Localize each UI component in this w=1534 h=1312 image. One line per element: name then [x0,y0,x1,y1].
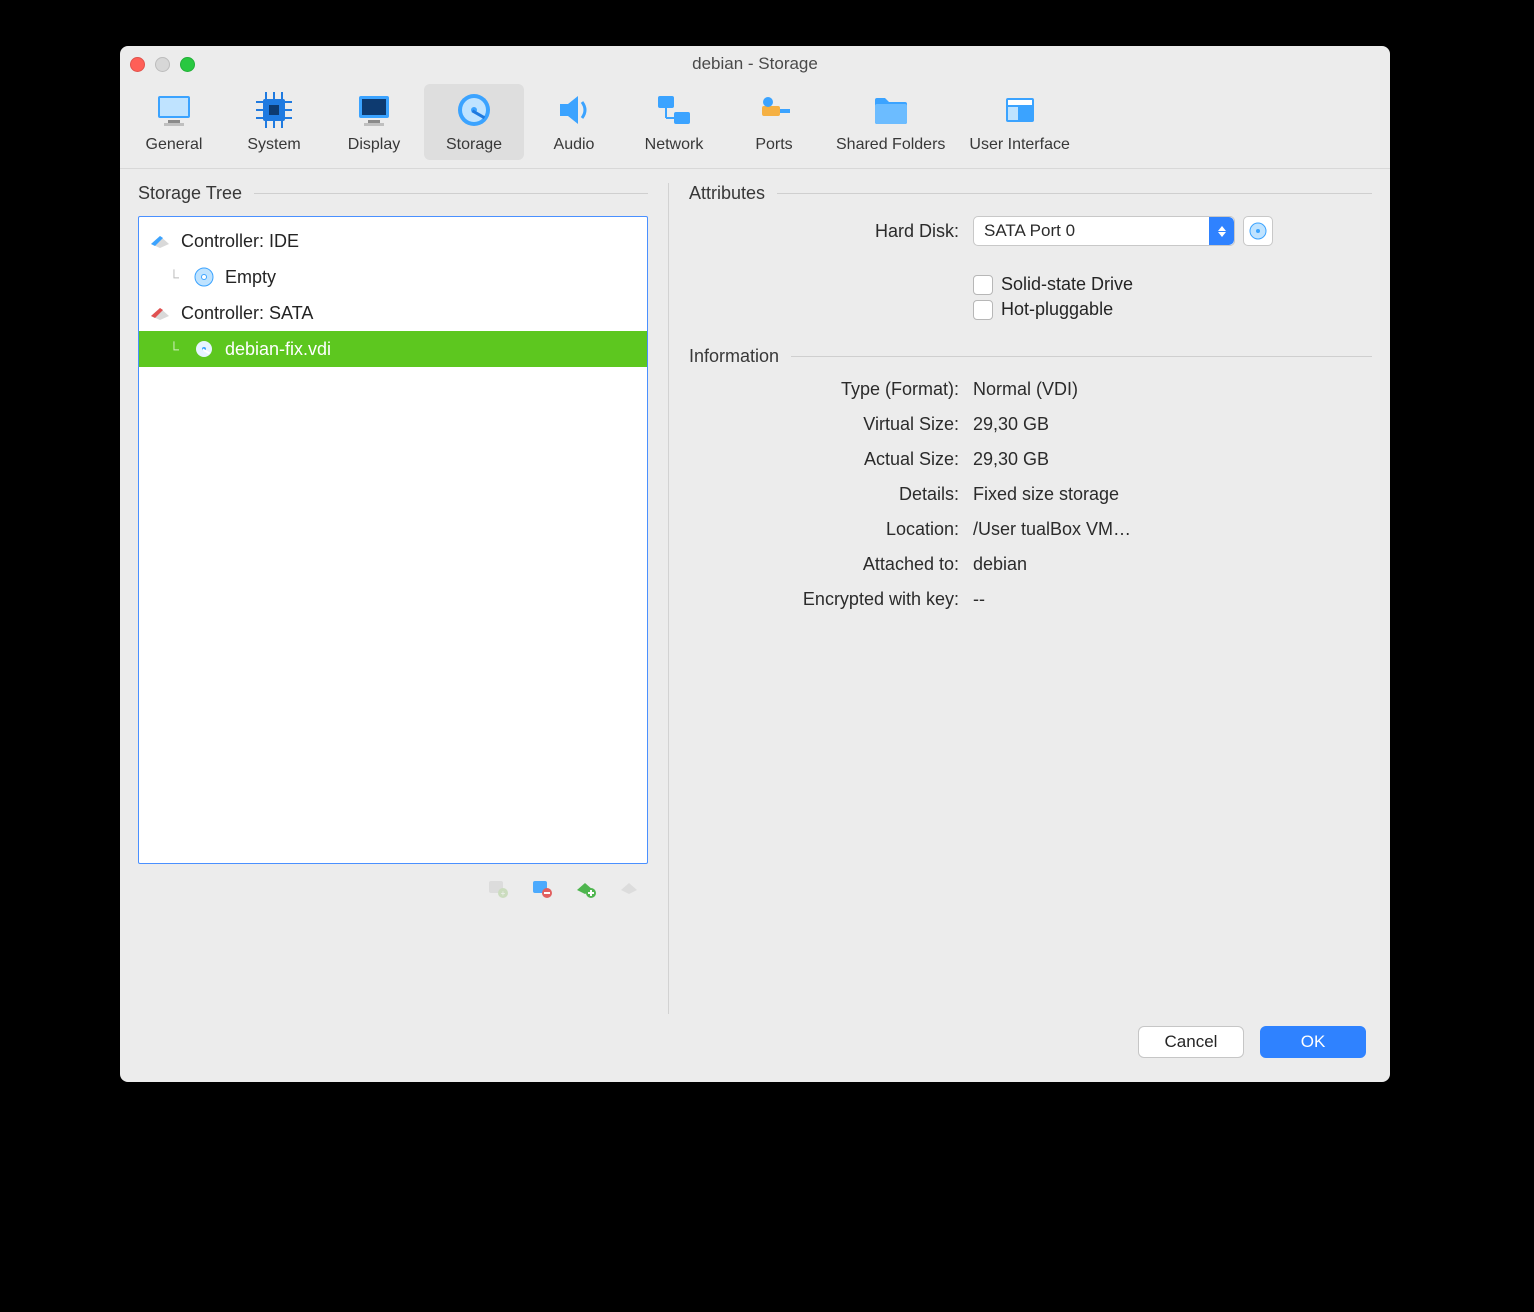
tree-label: Controller: IDE [181,231,299,252]
storage-tree-panel: Storage Tree Controller: IDE └ Empty [138,183,648,1014]
attached-to-value: debian [973,554,1372,575]
attached-to-label: Attached to: [689,554,973,575]
hotplug-label: Hot-pluggable [1001,299,1113,320]
tab-ports[interactable]: Ports [724,84,824,160]
storage-tree-title: Storage Tree [138,183,242,204]
tree-controller-ide[interactable]: Controller: IDE [139,223,647,259]
tree-connector-icon: └ [165,341,183,357]
tree-label: debian-fix.vdi [225,339,331,360]
location-value: /User tualBox VM… [973,519,1372,540]
tab-audio[interactable]: Audio [524,84,624,160]
tab-user-interface[interactable]: User Interface [957,84,1081,160]
ssd-label: Solid-state Drive [1001,274,1133,295]
add-controller-button: + [484,874,510,900]
ok-button[interactable]: OK [1260,1026,1366,1058]
type-value: Normal (VDI) [973,379,1372,400]
location-label: Location: [689,519,973,540]
disk-chooser-icon [1248,221,1268,241]
svg-text:+: + [501,889,506,898]
tab-network-label: Network [645,136,704,154]
attributes-title: Attributes [689,183,765,204]
remove-controller-button [616,874,642,900]
hotplug-checkbox-row[interactable]: Hot-pluggable [973,299,1372,320]
tab-audio-label: Audio [554,136,595,154]
ssd-checkbox[interactable] [973,275,993,295]
cancel-button[interactable]: Cancel [1138,1026,1244,1058]
speaker-icon [554,90,594,130]
hotplug-checkbox[interactable] [973,300,993,320]
details-value: Fixed size storage [973,484,1372,505]
zoom-window-button[interactable] [180,57,195,72]
settings-window: debian - Storage General System Display [120,46,1390,1082]
tree-label: Empty [225,267,276,288]
actual-size-value: 29,30 GB [973,449,1372,470]
folder-icon [871,90,911,130]
tab-shared-folders-label: Shared Folders [836,136,945,154]
tab-user-interface-label: User Interface [969,136,1069,154]
virtual-size-label: Virtual Size: [689,414,973,435]
settings-body: Storage Tree Controller: IDE └ Empty [120,169,1390,1026]
ui-icon [1000,90,1040,130]
ide-controller-icon [149,230,171,252]
information-title: Information [689,346,779,367]
actual-size-label: Actual Size: [689,449,973,470]
window-controls [130,57,195,72]
ssd-checkbox-row[interactable]: Solid-state Drive [973,274,1372,295]
tree-label: Controller: SATA [181,303,313,324]
monitor-icon [154,90,194,130]
add-attachment-button[interactable] [572,874,598,900]
storage-tree[interactable]: Controller: IDE └ Empty Controller: SATA [138,216,648,864]
type-label: Type (Format): [689,379,973,400]
tree-controller-sata[interactable]: Controller: SATA [139,295,647,331]
dialog-footer: Cancel OK [120,1026,1390,1082]
tab-general-label: General [146,136,203,154]
hard-disk-value: SATA Port 0 [974,221,1209,241]
tab-general[interactable]: General [124,84,224,160]
encrypted-label: Encrypted with key: [689,589,973,610]
hard-disk-icon [454,90,494,130]
storage-tree-actions: + [138,864,648,900]
tab-ports-label: Ports [755,136,792,154]
choose-disk-button[interactable] [1243,216,1273,246]
tab-system[interactable]: System [224,84,324,160]
tab-storage[interactable]: Storage [424,84,524,160]
details-label: Details: [689,484,973,505]
tree-item-empty[interactable]: └ Empty [139,259,647,295]
hard-disk-row: Hard Disk: SATA Port 0 [689,216,1372,246]
attributes-header: Attributes [689,183,1372,204]
virtual-size-value: 29,30 GB [973,414,1372,435]
window-title: debian - Storage [120,54,1390,74]
hard-disk-small-icon [193,338,215,360]
titlebar: debian - Storage [120,46,1390,78]
chip-icon [254,90,294,130]
optical-disc-icon [193,266,215,288]
tab-shared-folders[interactable]: Shared Folders [824,84,957,160]
tab-storage-label: Storage [446,136,502,154]
tab-display-label: Display [348,136,400,154]
hard-disk-label: Hard Disk: [689,221,973,242]
remove-attachment-button[interactable] [528,874,554,900]
information-grid: Type (Format):Normal (VDI) Virtual Size:… [689,379,1372,610]
network-icon [654,90,694,130]
attributes-panel: Attributes Hard Disk: SATA Port 0 [668,183,1372,1014]
storage-tree-header: Storage Tree [138,183,648,204]
tab-network[interactable]: Network [624,84,724,160]
tree-connector-icon: └ [165,269,183,285]
select-arrows-icon [1209,217,1234,245]
display-icon [354,90,394,130]
sata-controller-icon [149,302,171,324]
tree-item-debian-fix-vdi[interactable]: └ debian-fix.vdi [139,331,647,367]
information-header: Information [689,346,1372,367]
tab-system-label: System [247,136,300,154]
encrypted-value: -- [973,589,1372,610]
settings-toolbar: General System Display Storage Audio [120,78,1390,169]
tab-display[interactable]: Display [324,84,424,160]
hard-disk-select[interactable]: SATA Port 0 [973,216,1235,246]
ports-icon [754,90,794,130]
close-window-button[interactable] [130,57,145,72]
minimize-window-button [155,57,170,72]
